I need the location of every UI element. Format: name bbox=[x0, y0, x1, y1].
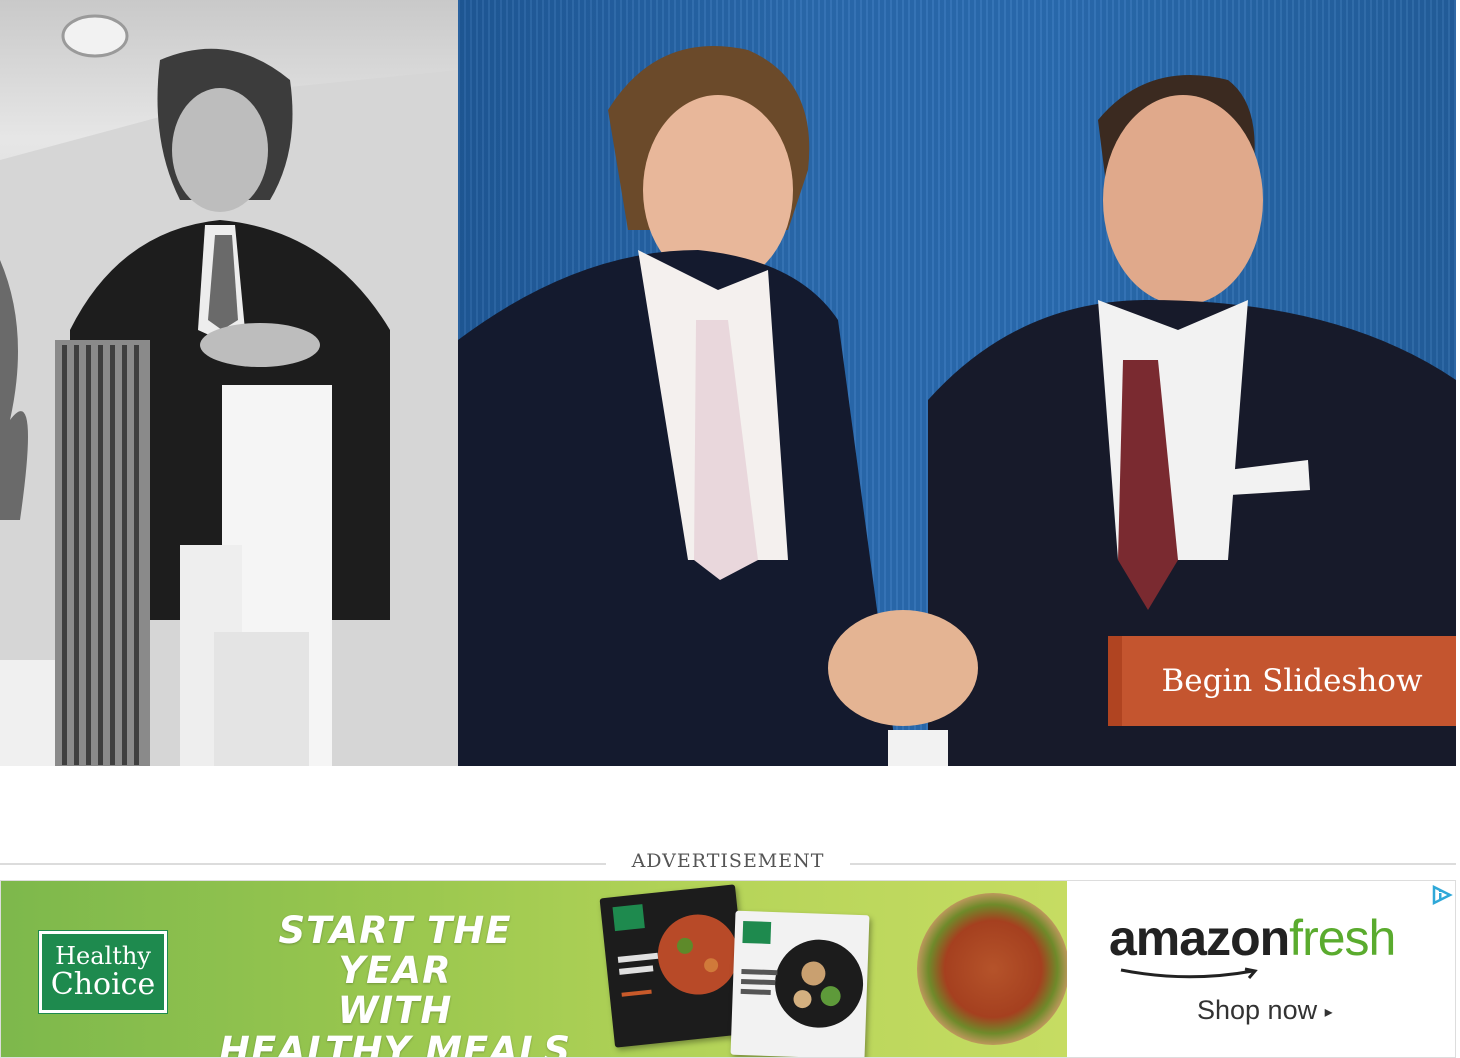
hero-image: Begin Slideshow bbox=[0, 0, 1456, 766]
shop-now-link[interactable]: Shop now ▸ bbox=[1197, 995, 1333, 1026]
healthy-choice-logo-line2: Choice bbox=[50, 967, 156, 1002]
fresh-wordmark: fresh bbox=[1289, 910, 1396, 966]
divider-right bbox=[850, 863, 1456, 865]
ad-headline-line3: HEALTHY MEALS bbox=[218, 1029, 572, 1058]
amazon-fresh-logo: amazonfresh bbox=[1109, 909, 1396, 967]
caret-right-icon: ▸ bbox=[1324, 1003, 1333, 1021]
ad-headline-line1: START THE YEAR bbox=[278, 909, 512, 992]
advertisement-header: ADVERTISEMENT bbox=[0, 848, 1456, 876]
black-and-white-photo bbox=[0, 0, 458, 766]
healthy-choice-logo: Healthy Choice bbox=[38, 930, 168, 1014]
healthy-choice-logo-line1: Healthy bbox=[55, 942, 151, 970]
begin-slideshow-label: Begin Slideshow bbox=[1161, 663, 1423, 699]
divider-left bbox=[0, 863, 606, 865]
power-bowls-package-image bbox=[612, 904, 738, 997]
adchoices-triangle-icon bbox=[1432, 884, 1453, 906]
photo-left-illustration bbox=[0, 14, 458, 766]
product-package-simply-steamers bbox=[730, 910, 870, 1057]
meal-bowl-image bbox=[917, 893, 1067, 1045]
ad-creative-amazon-fresh[interactable]: amazonfresh Shop now ▸ bbox=[1067, 881, 1455, 1057]
ad-creative-healthy-choice[interactable]: Healthy Choice START THE YEAR WITH HEALT… bbox=[1, 881, 1067, 1058]
amazon-wordmark: amazon bbox=[1109, 910, 1290, 966]
begin-slideshow-button[interactable]: Begin Slideshow bbox=[1108, 636, 1456, 726]
amazon-smile-icon bbox=[1120, 967, 1258, 979]
shop-now-label: Shop now bbox=[1197, 995, 1318, 1025]
product-package-power-bowls bbox=[599, 884, 751, 1048]
ad-headline-line2: WITH bbox=[337, 989, 453, 1032]
ad-headline: START THE YEAR WITH HEALTHY MEALS bbox=[215, 911, 575, 1058]
simply-package-image bbox=[740, 920, 864, 1028]
advertisement-label: ADVERTISEMENT bbox=[631, 850, 825, 872]
adchoices-icon[interactable] bbox=[1431, 884, 1453, 906]
ad-banner[interactable]: Healthy Choice START THE YEAR WITH HEALT… bbox=[0, 880, 1456, 1058]
